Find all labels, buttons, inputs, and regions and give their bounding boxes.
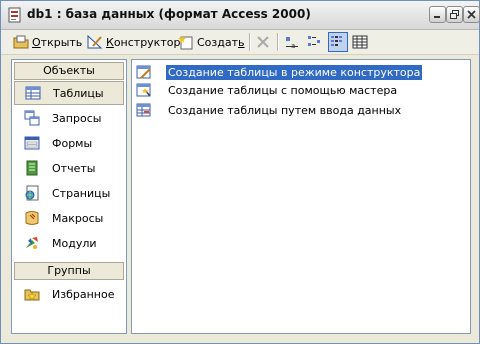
sidebar-item-forms[interactable]: Формы (14, 131, 124, 155)
access-db-icon (7, 7, 23, 23)
list-item-create-wizard[interactable]: Создание таблицы с помощью мастера (136, 81, 399, 99)
minimize-button[interactable] (429, 6, 446, 23)
object-list: Создание таблицы в режиме конструктора С… (131, 59, 471, 334)
wizard-icon (136, 83, 151, 97)
sidebar-item-label: Страницы (52, 186, 111, 200)
minimize-icon (434, 16, 440, 18)
favorites-icon (24, 289, 40, 301)
macros-icon (25, 211, 39, 225)
sidebar-item-tables[interactable]: Таблицы (14, 81, 124, 105)
sidebar-item-modules[interactable]: Модули (14, 231, 124, 255)
list-view-button[interactable] (328, 32, 348, 52)
list-item-label: Создание таблицы путем ввода данных (168, 103, 402, 117)
window-title: db1 : база данных (формат Access 2000) (27, 7, 311, 21)
pages-icon (25, 185, 39, 201)
database-window: db1 : база данных (формат Access 2000) О… (0, 0, 480, 344)
details-view-icon[interactable] (352, 34, 368, 50)
groups-header[interactable]: Группы (14, 262, 124, 280)
toolbar-separator (249, 33, 251, 51)
design-button[interactable]: Конструктор (87, 32, 180, 52)
forms-icon (24, 136, 40, 150)
sidebar-item-label: Избранное (52, 287, 115, 301)
design-label: онструктор (113, 35, 181, 49)
sidebar-item-label: Формы (52, 136, 93, 150)
list-item-label: Создание таблицы в режиме конструктора (166, 64, 423, 80)
sidebar-item-macros[interactable]: Макросы (14, 206, 124, 230)
sidebar-item-pages[interactable]: Страницы (14, 181, 124, 205)
create-label: Создат (197, 35, 239, 49)
open-icon (13, 35, 29, 49)
open-label: ткрыть (40, 35, 83, 49)
design-wizard-icon (136, 65, 151, 79)
list-item-create-data-entry[interactable]: Создание таблицы путем ввода данных (136, 101, 403, 119)
create-icon (178, 35, 193, 50)
sidebar-item-reports[interactable]: Отчеты (14, 156, 124, 180)
tables-icon (25, 86, 41, 100)
create-button[interactable]: Создать (178, 32, 245, 52)
open-mnemonic: О (32, 35, 41, 49)
list-view-icon (331, 36, 342, 46)
restore-button[interactable] (446, 6, 463, 23)
sidebar-item-label: Макросы (52, 211, 104, 225)
sidebar-item-label: Запросы (52, 111, 102, 125)
close-icon (467, 10, 476, 19)
create-mnemonic: ь (238, 35, 245, 49)
large-icons-icon[interactable]: a (284, 34, 300, 50)
objects-header[interactable]: Объекты (14, 62, 124, 80)
modules-icon (26, 237, 38, 249)
restore-icon (450, 10, 459, 19)
sidebar-item-label: Таблицы (53, 86, 104, 100)
reports-icon (26, 160, 38, 176)
sidebar-item-label: Отчеты (52, 161, 96, 175)
design-mnemonic: К (106, 35, 114, 49)
toolbar: Открыть Конструктор Создать a (1, 30, 479, 55)
toolbar-separator (277, 33, 279, 51)
sidebar-item-queries[interactable]: Запросы (14, 106, 124, 130)
queries-icon (24, 110, 40, 126)
objects-sidebar: Объекты Таблицы Запросы Формы Отчеты Стр… (11, 59, 127, 334)
sidebar-item-favorites[interactable]: Избранное (14, 282, 124, 306)
design-icon (87, 34, 103, 49)
list-item-label: Создание таблицы с помощью мастера (168, 83, 398, 97)
data-entry-icon (136, 103, 151, 117)
small-icons-icon[interactable] (307, 34, 323, 50)
close-button[interactable] (463, 6, 480, 23)
title-bar[interactable]: db1 : база данных (формат Access 2000) (1, 1, 480, 30)
delete-icon[interactable] (255, 34, 271, 50)
sidebar-item-label: Модули (52, 236, 97, 250)
open-button[interactable]: Открыть (13, 32, 82, 52)
list-item-create-design[interactable]: Создание таблицы в режиме конструктора (136, 63, 423, 81)
